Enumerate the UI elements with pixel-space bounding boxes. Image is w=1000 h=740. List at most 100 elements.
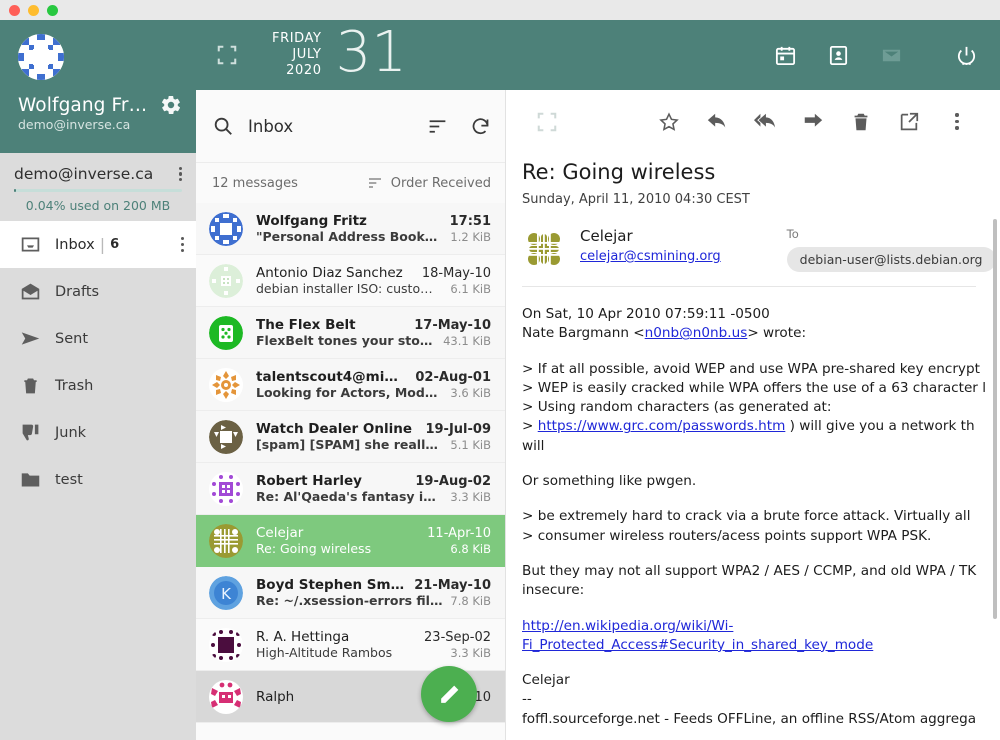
list-item[interactable]: The Flex Belt17-May-10 FlexBelt tones yo… xyxy=(196,307,505,359)
message-body: On Sat, 10 Apr 2010 07:59:11 -0500 Nate … xyxy=(522,287,976,729)
message-size: 6.1 KiB xyxy=(450,282,491,296)
sidebar-item-inbox[interactable]: Inbox | 6 xyxy=(0,221,196,268)
window-minimize-button[interactable] xyxy=(28,5,39,16)
sidebar-count-separator: | xyxy=(100,235,105,254)
message-subject: Re: ~/.xsession-errors file gr… xyxy=(256,593,443,608)
avatar xyxy=(209,212,243,246)
calendar-icon[interactable] xyxy=(774,44,797,67)
avatar xyxy=(18,34,64,80)
power-icon[interactable] xyxy=(955,44,978,67)
message-size: 3.3 KiB xyxy=(450,646,491,660)
message-size: 3.6 KiB xyxy=(450,386,491,400)
list-item-text: Robert Harley19-Aug-02 Re: Al'Qaeda's fa… xyxy=(256,473,491,504)
sidebar-account-row[interactable]: demo@inverse.ca xyxy=(0,153,196,189)
sent-icon xyxy=(20,328,46,349)
body-line: > If at all possible, avoid WEP and use … xyxy=(522,360,976,379)
sort-control[interactable]: Order Received xyxy=(367,175,491,191)
list-item[interactable]: Watch Dealer Online19-Jul-09 [spam] [SPA… xyxy=(196,411,505,463)
body-line: will xyxy=(522,437,976,456)
search-icon[interactable] xyxy=(212,115,234,137)
avatar xyxy=(209,264,243,298)
open-external-icon[interactable] xyxy=(898,111,920,133)
list-item[interactable]: Antonio Diaz Sanchez 18-May-10 debian ins… xyxy=(196,255,505,307)
sidebar-item-test[interactable]: test xyxy=(0,456,196,503)
message-count: 12 messages xyxy=(212,176,298,191)
sidebar-item-label: Inbox xyxy=(55,237,95,253)
account-more-icon[interactable] xyxy=(179,167,182,182)
list-item[interactable]: Wolfgang Fritz17:51 "Personal Address Bo… xyxy=(196,203,505,255)
star-icon[interactable] xyxy=(658,111,680,133)
trash-icon[interactable] xyxy=(850,111,872,133)
sort-label: Order Received xyxy=(391,176,491,191)
list-item[interactable]: talentscout4@mind…02-Aug-01 Looking for … xyxy=(196,359,505,411)
body-wikipedia-link-paragraph: http://en.wikipedia.org/wiki/Wi-Fi_Prote… xyxy=(522,617,976,656)
sidebar-user-email: demo@inverse.ca xyxy=(0,117,196,132)
message-date: 23-Sep-02 xyxy=(424,630,491,645)
sidebar-item-sent[interactable]: Sent xyxy=(0,315,196,362)
message-sender: Boyd Stephen Smith… xyxy=(256,577,406,593)
email-link[interactable]: n0nb@n0nb.us xyxy=(645,325,748,341)
trash-icon xyxy=(20,375,46,396)
app-window: Wolfgang Fr… demo@inverse.ca demo@invers… xyxy=(0,0,1000,740)
refresh-icon[interactable] xyxy=(470,116,491,137)
message-size: 43.1 KiB xyxy=(443,334,491,348)
list-item-text: Watch Dealer Online19-Jul-09 [spam] [SPA… xyxy=(256,421,491,452)
search-input[interactable]: Inbox xyxy=(248,117,293,136)
message-sender: Watch Dealer Online xyxy=(256,421,417,437)
junk-icon xyxy=(20,422,46,443)
inbox-more-icon[interactable] xyxy=(181,237,184,252)
contacts-icon[interactable] xyxy=(827,44,850,67)
list-item[interactable]: K Boyd Stephen Smith…21-May-10 Re: ~/.xs… xyxy=(196,567,505,619)
url-link[interactable]: https://www.grc.com/passwords.htm xyxy=(538,418,786,434)
list-item-text: Antonio Diaz Sanchez 18-May-10 debian ins… xyxy=(256,265,491,296)
quota-progress-bar xyxy=(14,189,182,192)
sidebar-item-trash[interactable]: Trash xyxy=(0,362,196,409)
body-text: > wrote: xyxy=(747,325,806,341)
filter-icon[interactable] xyxy=(427,116,448,137)
app-body: Wolfgang Fr… demo@inverse.ca demo@invers… xyxy=(0,20,1000,740)
body-line: > WEP is easily cracked while WPA offers… xyxy=(522,379,976,398)
identicon-graphic xyxy=(18,34,64,80)
mail-icon[interactable] xyxy=(880,44,903,67)
topbar: FRIDAY JULY 2020 31 xyxy=(196,20,1000,90)
message-reader: Re: Going wireless Sunday, April 11, 201… xyxy=(506,90,1000,740)
fullscreen-icon[interactable] xyxy=(216,44,238,66)
list-item[interactable]: Robert Harley19-Aug-02 Re: Al'Qaeda's fa… xyxy=(196,463,505,515)
body-line: > https://www.grc.com/passwords.htm ) wi… xyxy=(522,417,976,436)
body-line: > consumer wireless routers/acess points… xyxy=(522,527,976,546)
message-subject: Re: Going wireless xyxy=(256,541,443,556)
list-item-selected[interactable]: Celejar11-Apr-10 Re: Going wireless6.8 K… xyxy=(196,515,505,567)
sort-icon xyxy=(367,175,383,191)
message-sender: Antonio Diaz Sanchez xyxy=(256,265,414,281)
message-subject-heading: Re: Going wireless xyxy=(522,153,976,184)
message-size: 5.1 KiB xyxy=(450,438,491,452)
message-date-heading: Sunday, April 11, 2010 04:30 CEST xyxy=(522,192,976,207)
sender-email-link[interactable]: celejar@csmining.org xyxy=(580,249,721,264)
topbar-weekday: FRIDAY xyxy=(272,31,322,47)
url-link[interactable]: http://en.wikipedia.org/wiki/Wi-Fi_Prote… xyxy=(522,618,873,653)
recipient-chip[interactable]: debian-user@lists.debian.org xyxy=(787,247,996,272)
sidebar-account-name: demo@inverse.ca xyxy=(14,165,153,183)
sidebar-item-label: test xyxy=(55,472,83,488)
message-subject: debian installer ISO: customi… xyxy=(256,281,443,296)
gear-icon[interactable] xyxy=(160,94,182,116)
forward-icon[interactable] xyxy=(802,111,824,133)
message-subject: FlexBelt tones your stomach… xyxy=(256,333,436,348)
message-date: 18-May-10 xyxy=(422,266,491,281)
compose-button[interactable] xyxy=(421,666,477,722)
body-signature: Celejar -- foffl.sourceforge.net - Feeds… xyxy=(522,671,976,729)
reply-all-icon[interactable] xyxy=(754,111,776,133)
vertical-scrollbar[interactable] xyxy=(993,219,997,619)
more-vertical-icon[interactable] xyxy=(946,113,968,129)
window-close-button[interactable] xyxy=(9,5,20,16)
message-subject: "Personal Address Book" has… xyxy=(256,229,443,244)
fullscreen-icon[interactable] xyxy=(536,111,558,133)
list-item[interactable]: R. A. Hettinga23-Sep-02 High-Altitude Ra… xyxy=(196,619,505,671)
sidebar-item-junk[interactable]: Junk xyxy=(0,409,196,456)
reply-icon[interactable] xyxy=(706,111,728,133)
message-list: Wolfgang Fritz17:51 "Personal Address Bo… xyxy=(196,203,505,740)
message-subject: Looking for Actors, Models, S… xyxy=(256,385,443,400)
sidebar-item-drafts[interactable]: Drafts xyxy=(0,268,196,315)
sidebar-folder-list: Inbox | 6 Drafts Sent xyxy=(0,221,196,740)
window-maximize-button[interactable] xyxy=(47,5,58,16)
